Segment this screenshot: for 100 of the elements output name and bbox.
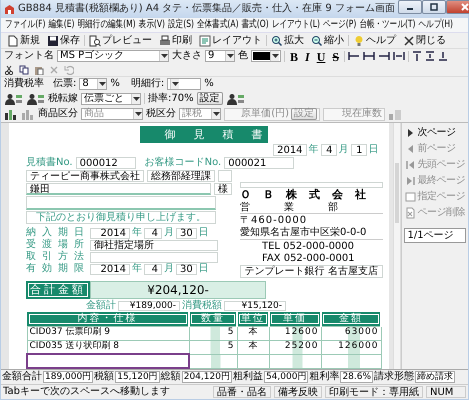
date-field[interactable]: 1	[350, 144, 367, 156]
new-button[interactable]: 新規	[4, 34, 43, 47]
person-icon[interactable]	[226, 92, 245, 104]
paste-icon[interactable]	[34, 64, 44, 74]
table-cell: 12600	[269, 326, 321, 340]
date-field[interactable]: 4	[320, 144, 337, 156]
cut-icon[interactable]	[4, 64, 14, 74]
close-button[interactable]: 閉じる	[400, 34, 449, 47]
summary-field[interactable]: 54,000円	[264, 371, 308, 383]
summary-label: 総額	[160, 371, 181, 383]
total-label: 合計金額	[26, 281, 90, 299]
table-cell: 5	[189, 326, 237, 340]
italic-button[interactable]: I	[303, 50, 312, 62]
menu-item[interactable]: 台帳・ツール(T)	[358, 18, 418, 32]
align-bottom-icon[interactable]	[438, 51, 448, 61]
note-field[interactable]	[26, 196, 216, 210]
summary-field[interactable]: 28.6%	[340, 371, 374, 383]
date-unit: 年	[132, 227, 142, 239]
date-field[interactable]: 30	[176, 264, 197, 274]
app-icon	[4, 4, 15, 14]
menu-item[interactable]: ファイル(F)	[3, 18, 48, 32]
size-field[interactable]: 9	[205, 50, 235, 62]
page-button[interactable]: 次ページ	[404, 126, 466, 140]
copy-icon[interactable]	[19, 64, 29, 74]
help-button[interactable]: ヘルプ	[350, 34, 399, 47]
table-cell	[237, 354, 269, 368]
print-button[interactable]: 印刷	[156, 34, 195, 47]
menu-item[interactable]: ページ(P)	[321, 18, 358, 32]
preview-button[interactable]: プレビュー	[86, 34, 155, 47]
summary-field[interactable]: 189,000円	[43, 371, 94, 383]
caret-icon	[172, 81, 179, 87]
table-cell	[189, 354, 237, 368]
summary-field[interactable]: 15,120円	[115, 371, 160, 383]
blank-field[interactable]	[218, 170, 232, 182]
person-field[interactable]: 鎌田	[26, 183, 211, 195]
person-icon[interactable]	[26, 92, 45, 104]
align-spread-icon[interactable]	[393, 51, 406, 61]
summary-field[interactable]: 締め請求	[415, 371, 456, 383]
align-left-icon[interactable]	[348, 51, 360, 61]
maximize-button[interactable]	[422, 0, 446, 14]
date-field[interactable]: 2014	[90, 228, 130, 238]
bold-button[interactable]: B	[288, 50, 300, 62]
honorific-field[interactable]: 様	[214, 183, 232, 195]
menu-item[interactable]: 書式(O)	[240, 18, 270, 32]
date-field[interactable]: 2014	[90, 264, 130, 274]
align-middle-icon[interactable]	[425, 51, 436, 61]
table-cell	[321, 354, 381, 368]
table-cell	[269, 354, 321, 368]
align-top-icon[interactable]	[412, 51, 422, 61]
zoom-out-button[interactable]: 縮小	[308, 34, 347, 47]
bank-field[interactable]: テンプレート銀行 名古屋支店	[240, 265, 383, 278]
set-button[interactable]: 設定	[196, 92, 223, 105]
save-button[interactable]: 保存	[44, 34, 83, 47]
estimate-no-field[interactable]: 000012	[76, 157, 136, 169]
subtotal-field[interactable]: ¥15,120-	[224, 300, 286, 310]
chart-icon[interactable]	[4, 108, 18, 120]
line-rate-field[interactable]	[167, 78, 202, 90]
layout-button[interactable]: レイアウト	[196, 34, 265, 47]
menu-item[interactable]: 表示(V)	[137, 18, 167, 32]
color-picker[interactable]	[251, 50, 281, 62]
table-cell: CID035 送り状印刷 8	[27, 340, 189, 354]
font-field[interactable]: MS Pゴシック	[57, 50, 169, 62]
slip-label: 伝票:	[53, 78, 76, 90]
message-field[interactable]: 下記のとおり御見積り申し上げます。	[26, 211, 216, 224]
date-field[interactable]: 2014	[272, 144, 307, 156]
date-field[interactable]: 4	[144, 228, 162, 238]
text-field[interactable]: 御社指定場所	[90, 240, 218, 250]
person-icon[interactable]	[4, 92, 23, 104]
menu-item[interactable]: 編集(E)	[47, 18, 76, 32]
menu-item[interactable]: 明細行の編集(M)	[76, 18, 138, 32]
table-cell: 25200	[269, 340, 321, 354]
customer-field[interactable]: ティーピー商事株式会社	[26, 170, 144, 182]
menu-item[interactable]: 全体書式(A)	[196, 18, 240, 32]
summary-field[interactable]: 204,120円	[182, 371, 232, 383]
date-unit: 年	[132, 263, 142, 275]
maximize-icon	[430, 3, 438, 11]
zoom-in-button[interactable]: 拡大	[268, 34, 307, 47]
window-title: GB884 見積書(税額欄あり) A4 タテ・伝票集品／販売・仕入・在庫 9 フォーム画面	[18, 3, 395, 15]
text-field[interactable]	[90, 252, 218, 262]
tax-shift-field[interactable]: 伝票ごと	[81, 92, 141, 104]
company-address: 愛知県名古屋市中区栄0-0-0	[240, 227, 383, 240]
align-right-icon[interactable]	[378, 51, 390, 61]
menu-item[interactable]: ヘルプ(H)	[417, 18, 455, 32]
customer-code-field[interactable]: 000021	[224, 157, 294, 169]
department-field[interactable]: 総務部経理課	[147, 170, 215, 182]
slip-rate-field[interactable]: 8	[79, 78, 108, 90]
category-label: 商品区分	[38, 108, 78, 120]
align-justify-icon[interactable]	[363, 51, 376, 61]
underline-button[interactable]: U	[314, 50, 328, 62]
fax-number: FAX 052-000-0001	[261, 253, 356, 264]
date-field[interactable]: 30	[176, 228, 197, 238]
subtotal-field[interactable]: ¥189,000-	[118, 300, 180, 310]
date-unit: 年	[308, 144, 319, 156]
term-label: 受渡場所	[26, 239, 88, 250]
minimize-button[interactable]	[398, 0, 422, 14]
strike-button[interactable]: S	[330, 50, 342, 62]
menu-item[interactable]: レイアウト(L)	[270, 18, 322, 32]
status-text: NUM	[426, 386, 466, 398]
menu-item[interactable]: 設定(S)	[166, 18, 196, 32]
date-field[interactable]: 4	[144, 264, 162, 274]
